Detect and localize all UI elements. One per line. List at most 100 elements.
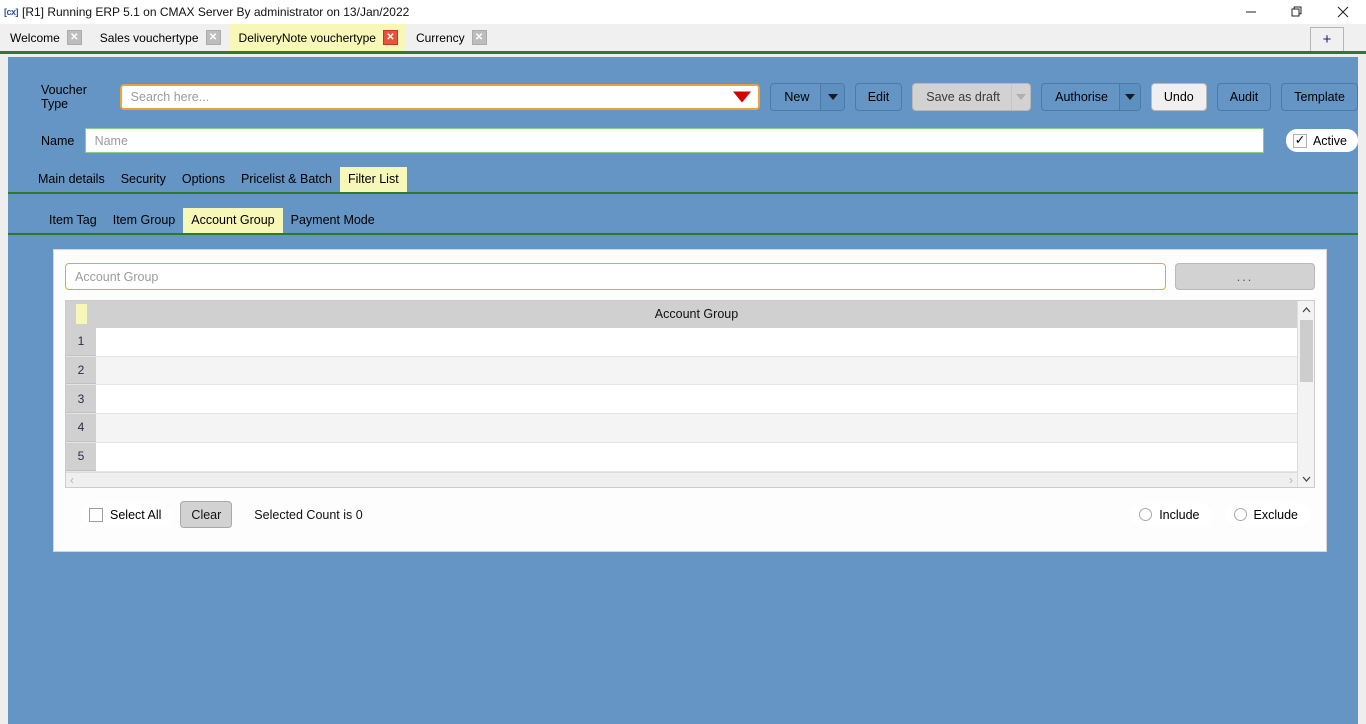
- new-button-label: New: [784, 90, 810, 104]
- row-cell-account-group[interactable]: [96, 327, 1297, 356]
- include-radio[interactable]: Include: [1131, 502, 1212, 527]
- chevron-left-icon[interactable]: ‹: [70, 474, 74, 486]
- filter-input-row: ...: [65, 263, 1315, 290]
- browse-button[interactable]: ...: [1175, 263, 1315, 290]
- close-icon[interactable]: ✕: [382, 30, 398, 45]
- scrollbar-thumb[interactable]: [1300, 320, 1313, 382]
- grid-vertical-scrollbar[interactable]: [1297, 301, 1314, 487]
- table-row[interactable]: 2: [66, 356, 1297, 386]
- save-as-draft-button[interactable]: Save as draft: [912, 83, 1032, 111]
- table-row[interactable]: 5: [66, 442, 1297, 472]
- document-tab-label: Welcome: [10, 30, 60, 45]
- restore-icon[interactable]: [1274, 0, 1320, 24]
- grid-body: Account Group 1 2 3 4 5 ‹ ›: [66, 301, 1297, 487]
- name-input[interactable]: [84, 128, 1264, 153]
- window-title: [R1] Running ERP 5.1 on CMAX Server By a…: [22, 5, 410, 19]
- row-number: 5: [66, 442, 96, 471]
- tab-item-tag[interactable]: Item Tag: [41, 208, 105, 233]
- undo-button[interactable]: Undo: [1150, 83, 1207, 111]
- audit-button[interactable]: Audit: [1216, 83, 1272, 111]
- select-all-checkbox[interactable]: Select All: [81, 502, 173, 527]
- document-tab-currency[interactable]: Currency ✕: [406, 24, 495, 51]
- tab-security[interactable]: Security: [113, 167, 174, 192]
- tab-main-details[interactable]: Main details: [30, 167, 113, 192]
- checkmark-icon: ✓: [1292, 133, 1307, 148]
- authorise-button[interactable]: Authorise: [1041, 83, 1141, 111]
- tab-pricelist-and-batch[interactable]: Pricelist & Batch: [233, 167, 340, 192]
- tab-account-group[interactable]: Account Group: [183, 208, 283, 233]
- panel-footer: Select All Clear Selected Count is 0 Inc…: [65, 501, 1315, 528]
- edit-button[interactable]: Edit: [854, 83, 903, 111]
- select-all-label: Select All: [110, 507, 162, 522]
- name-row: Name ✓ Active: [8, 128, 1358, 153]
- document-tabstrip: Welcome ✕ Sales vouchertype ✕ DeliveryNo…: [0, 24, 1366, 54]
- chevron-down-icon[interactable]: [1010, 84, 1031, 110]
- window-titlebar: [cx] [R1] Running ERP 5.1 on CMAX Server…: [0, 0, 1366, 24]
- table-row[interactable]: 1: [66, 327, 1297, 357]
- grid-header-row: Account Group: [66, 301, 1297, 328]
- voucher-type-search-input[interactable]: [119, 84, 761, 110]
- tab-options[interactable]: Options: [174, 167, 233, 192]
- exclude-radio-label: Exclude: [1253, 507, 1298, 522]
- row-number: 2: [66, 356, 96, 385]
- voucher-type-label: Voucher Type: [41, 83, 87, 111]
- add-tab-button[interactable]: +: [1310, 27, 1344, 51]
- new-button[interactable]: New: [770, 83, 845, 111]
- tab-item-group[interactable]: Item Group: [105, 208, 184, 233]
- chevron-down-icon[interactable]: [820, 84, 844, 110]
- app-logo-icon: [cx]: [3, 7, 19, 17]
- document-tab-label: Currency: [415, 30, 465, 45]
- row-number: 1: [66, 327, 96, 356]
- chevron-up-icon[interactable]: [1298, 301, 1314, 318]
- work-area: Voucher Type New Edit Save as draft Auth…: [8, 57, 1358, 724]
- clear-button[interactable]: Clear: [180, 501, 233, 528]
- grid-horizontal-scrollbar[interactable]: ‹ ›: [66, 471, 1297, 487]
- voucher-type-search: [119, 84, 761, 110]
- grid-header-gutter: [66, 301, 96, 328]
- row-cell-account-group[interactable]: [96, 442, 1297, 471]
- document-tab-label: DeliveryNote vouchertype: [238, 30, 376, 45]
- close-icon[interactable]: ✕: [205, 30, 221, 45]
- selected-count-text: Selected Count is 0: [254, 507, 363, 522]
- radio-icon: [1233, 508, 1247, 521]
- row-number: 4: [66, 414, 96, 442]
- close-icon[interactable]: [1320, 0, 1366, 24]
- minimize-icon[interactable]: [1228, 0, 1274, 24]
- document-tab-deliverynote-vouchertype[interactable]: DeliveryNote vouchertype ✕: [228, 24, 406, 51]
- grid-column-header-account-group: Account Group: [654, 307, 739, 322]
- window-controls: [1228, 0, 1366, 24]
- close-icon[interactable]: ✕: [66, 30, 82, 45]
- authorise-button-label: Authorise: [1055, 90, 1108, 104]
- radio-icon: [1139, 508, 1153, 521]
- row-cell-account-group[interactable]: [96, 356, 1297, 385]
- exclude-radio[interactable]: Exclude: [1225, 502, 1310, 527]
- row-number: 3: [66, 385, 96, 414]
- table-row[interactable]: 4: [66, 414, 1297, 443]
- row-cell-account-group[interactable]: [96, 414, 1297, 442]
- template-button[interactable]: Template: [1281, 83, 1358, 111]
- main-tab-row: Main details Security Options Pricelist …: [8, 167, 1358, 194]
- checkbox-icon: [89, 507, 103, 522]
- active-checkbox[interactable]: ✓ Active: [1285, 129, 1358, 152]
- active-checkbox-label: Active: [1312, 133, 1347, 148]
- tab-filter-list[interactable]: Filter List: [339, 167, 407, 192]
- account-group-grid: Account Group 1 2 3 4 5 ‹ ›: [65, 300, 1315, 488]
- chevron-down-icon[interactable]: [1298, 470, 1314, 487]
- save-as-draft-label: Save as draft: [926, 90, 1000, 104]
- scrollbar-track[interactable]: [1298, 318, 1314, 470]
- chevron-right-icon[interactable]: ›: [1289, 474, 1293, 486]
- name-label: Name: [41, 133, 75, 148]
- chevron-down-icon[interactable]: [733, 91, 752, 103]
- document-tab-label: Sales vouchertype: [99, 30, 199, 45]
- chevron-down-icon[interactable]: [1118, 84, 1140, 110]
- voucher-type-row: Voucher Type New Edit Save as draft Auth…: [8, 83, 1358, 111]
- document-tab-welcome[interactable]: Welcome ✕: [0, 24, 90, 51]
- tab-payment-mode[interactable]: Payment Mode: [283, 208, 383, 233]
- sub-tab-row: Item Tag Item Group Account Group Paymen…: [8, 208, 1358, 235]
- row-cell-account-group[interactable]: [96, 385, 1297, 414]
- close-icon[interactable]: ✕: [471, 30, 487, 45]
- document-tab-sales-vouchertype[interactable]: Sales vouchertype ✕: [90, 24, 229, 51]
- account-group-panel: ... Account Group 1 2 3: [53, 249, 1327, 552]
- table-row[interactable]: 3: [66, 385, 1297, 415]
- account-group-filter-input[interactable]: [65, 263, 1166, 290]
